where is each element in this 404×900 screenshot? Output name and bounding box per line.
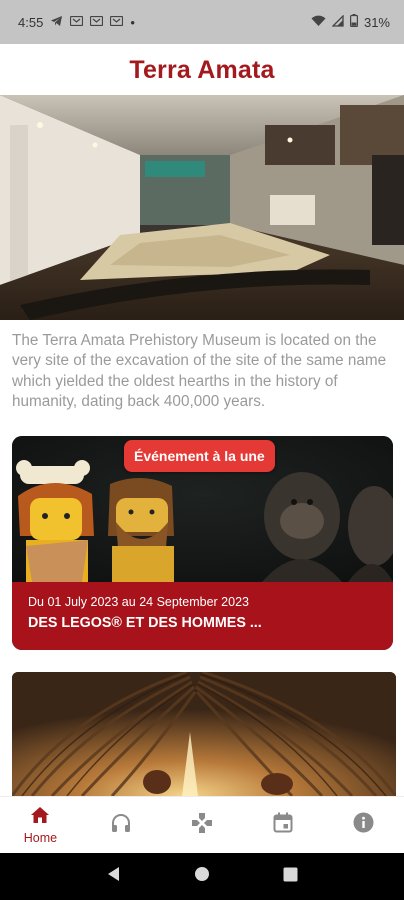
intro-text: The Terra Amata Prehistory Museum is loc… bbox=[12, 332, 387, 411]
nav-info[interactable] bbox=[323, 797, 404, 853]
page-title: Terra Amata bbox=[129, 55, 275, 84]
home-circle-icon[interactable] bbox=[194, 866, 210, 887]
event-dates: Du 01 July 2023 au 24 September 2023 bbox=[28, 595, 249, 609]
featured-event-badge: Événement à la une bbox=[124, 440, 275, 472]
home-icon bbox=[30, 806, 50, 829]
prehistoric-hut-card[interactable] bbox=[12, 672, 396, 796]
bottom-navigation: Home bbox=[0, 796, 404, 853]
telegram-icon bbox=[50, 15, 63, 30]
signal-icon bbox=[331, 13, 344, 30]
recents-icon[interactable] bbox=[283, 867, 298, 887]
info-icon bbox=[353, 812, 374, 838]
event-info-panel: Du 01 July 2023 au 24 September 2023 DES… bbox=[12, 582, 393, 650]
prehistoric-hut-image bbox=[12, 672, 396, 796]
back-icon[interactable] bbox=[106, 866, 122, 887]
gamepad-icon bbox=[191, 812, 213, 839]
voicemail-icon bbox=[90, 15, 104, 29]
event-title: DES LEGOS® ET DES HOMMES ... bbox=[28, 615, 262, 631]
featured-event-card[interactable]: Événement à la une Du 01 July 2023 au 24… bbox=[12, 436, 393, 650]
nav-events[interactable] bbox=[242, 797, 323, 853]
voicemail-icon bbox=[110, 15, 124, 29]
voicemail-icon bbox=[70, 15, 84, 29]
status-bar: 4:55 • 31% bbox=[0, 0, 404, 44]
status-dot: • bbox=[130, 14, 135, 30]
calendar-icon bbox=[273, 812, 293, 838]
battery-level: 31% bbox=[363, 14, 390, 30]
nav-games[interactable] bbox=[162, 797, 243, 853]
wifi-icon bbox=[311, 15, 326, 30]
nav-audioguide[interactable] bbox=[81, 797, 162, 853]
nav-home-label: Home bbox=[23, 830, 58, 845]
app-header: Terra Amata bbox=[0, 44, 404, 96]
status-time: 4:55 bbox=[18, 14, 44, 30]
headphones-icon bbox=[110, 813, 132, 838]
nav-home[interactable]: Home bbox=[0, 797, 81, 853]
battery-icon bbox=[349, 14, 358, 30]
system-navigation-bar bbox=[0, 853, 404, 900]
museum-hall-photo bbox=[0, 95, 404, 320]
